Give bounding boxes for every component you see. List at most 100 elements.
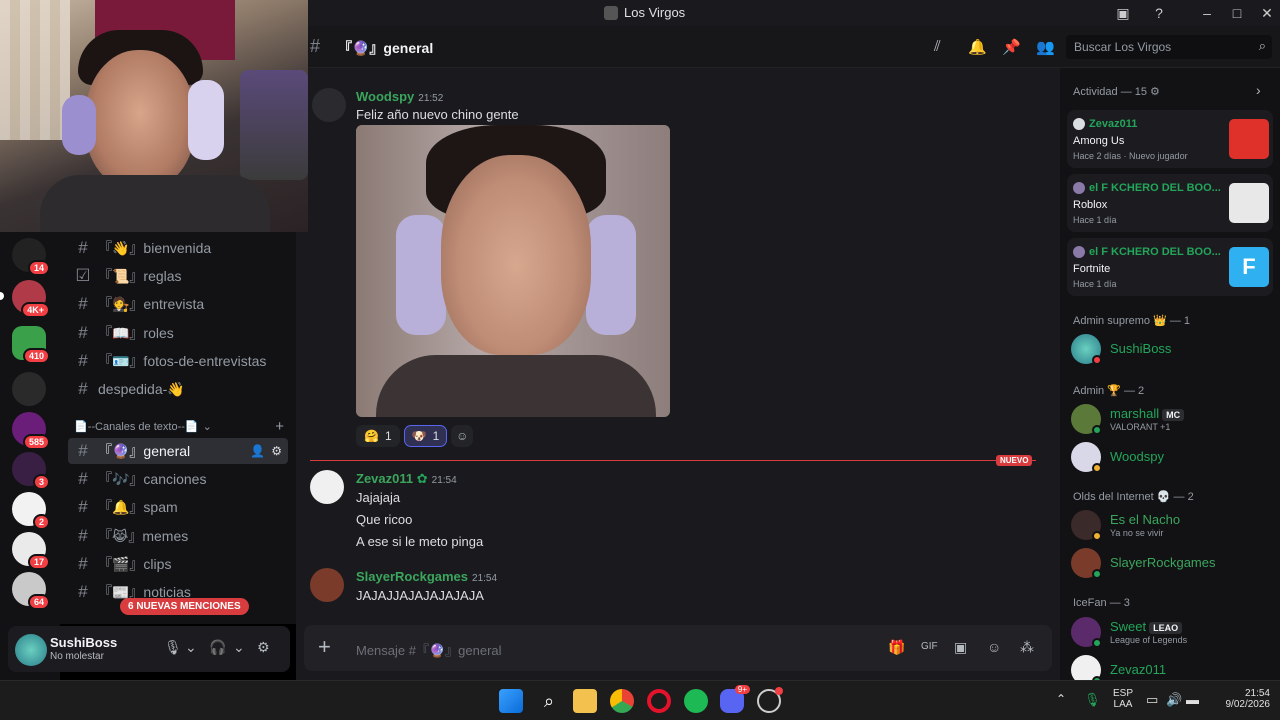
activity-meta: Hace 1 día	[1073, 279, 1117, 289]
invite-icon[interactable]: 👤	[250, 444, 265, 458]
apps-icon[interactable]: ⁂	[1020, 639, 1034, 656]
threads-icon[interactable]: ⫽	[934, 38, 941, 55]
search-icon[interactable]: ⌕	[537, 689, 561, 713]
emoji-icon[interactable]: ☺	[987, 639, 1001, 655]
chevron-right-icon[interactable]: ›	[1256, 82, 1261, 98]
server-icon-1[interactable]: 14	[12, 238, 50, 276]
windows-start-icon[interactable]	[499, 689, 523, 713]
avatar[interactable]	[15, 634, 47, 666]
volume-icon[interactable]: 🔊	[1166, 692, 1182, 708]
member-item[interactable]: Es el Nacho Ya no se vivir	[1071, 508, 1271, 542]
clock[interactable]: 21:54 9/02/2026	[1214, 688, 1271, 710]
channel-category[interactable]: 📄--Canales de texto--📄 ⌄ +	[74, 418, 284, 435]
gear-icon[interactable]: ⚙	[271, 444, 282, 458]
channel-item[interactable]: # despedida-👋	[68, 376, 288, 402]
webcam-shirt	[40, 175, 270, 232]
channel-item[interactable]: # 『🎶』canciones	[68, 466, 288, 492]
among-us-art	[1229, 119, 1269, 159]
server-icon-5[interactable]: 585	[12, 412, 50, 450]
gear-icon[interactable]: ⚙	[257, 639, 270, 656]
server-icon-2[interactable]: 4K+	[12, 280, 50, 318]
user-name[interactable]: SushiBoss	[50, 635, 117, 650]
channel-item-active[interactable]: # 『🔮』general 👤 ⚙	[68, 438, 288, 464]
server-icon-8[interactable]: 17	[12, 532, 50, 570]
reactions: 🤗 1 🐶 1 ☺	[356, 425, 474, 447]
channel-label: 『🎶』canciones	[98, 471, 207, 487]
add-reaction-icon[interactable]: ☺	[451, 425, 474, 447]
new-mentions-pill[interactable]: 6 NUEVAS MENCIONES	[120, 598, 249, 615]
sticker-icon[interactable]: ▣	[954, 639, 967, 656]
message-author[interactable]: Woodspy 21:52	[356, 89, 443, 104]
member-item[interactable]: Zevaz011	[1071, 653, 1271, 680]
member-tag: LEAO	[1149, 621, 1183, 634]
channel-item[interactable]: # 『👋』bienvenida	[68, 235, 288, 261]
activity-card[interactable]: el F KCHERO DEL BOO... Roblox Hace 1 día	[1067, 174, 1273, 232]
fortnite-art: F	[1229, 247, 1269, 287]
spotify-icon[interactable]	[684, 689, 708, 713]
member-item[interactable]: SushiBoss	[1071, 332, 1271, 366]
member-item[interactable]: Sweet LEAO League of Legends	[1071, 615, 1271, 649]
channel-item[interactable]: # 『🎬』clips	[68, 551, 288, 577]
image-face	[441, 155, 591, 355]
add-channel-icon[interactable]: +	[275, 418, 284, 435]
chevron-down-icon[interactable]: ⌄	[185, 639, 197, 656]
network-icon[interactable]: ▭	[1146, 692, 1158, 708]
chevron-down-icon[interactable]: ⌄	[233, 639, 245, 656]
member-item[interactable]: SlayerRockgames	[1071, 546, 1271, 580]
microphone-icon[interactable]: 🎙	[164, 639, 182, 656]
channel-item[interactable]: # 『😹』memes	[68, 523, 288, 549]
chevron-up-icon[interactable]: ⌃	[1056, 692, 1066, 706]
message-author[interactable]: Zevaz011 ✿ 21:54	[356, 471, 457, 487]
app-icon[interactable]	[757, 687, 783, 713]
discord-icon[interactable]: 9+	[720, 685, 750, 713]
close-button[interactable]: ✕	[1256, 3, 1278, 23]
clock-time: 21:54	[1244, 688, 1270, 699]
server-badge: 2	[32, 514, 50, 530]
bell-icon[interactable]: 🔔	[968, 38, 987, 56]
battery-icon[interactable]: ▬	[1186, 692, 1199, 707]
inbox-icon[interactable]: ▣	[1112, 3, 1134, 23]
channel-item[interactable]: # 『🪪』fotos-de-entrevistas	[68, 348, 288, 374]
message-text: Que ricoo	[356, 512, 413, 527]
attach-icon[interactable]: +	[318, 634, 331, 660]
pin-icon[interactable]: 📌	[1002, 38, 1021, 56]
channel-item[interactable]: # 『📖』roles	[68, 320, 288, 346]
channel-item[interactable]: # 『🔔』spam	[68, 494, 288, 520]
language-top: ESP	[1112, 688, 1133, 699]
avatar[interactable]	[312, 88, 346, 122]
avatar[interactable]	[310, 470, 344, 504]
server-icon-3[interactable]: 410	[12, 326, 50, 364]
reaction-button[interactable]: 🐶 1	[403, 425, 448, 447]
search-input[interactable]: Buscar Los Virgos ⌕	[1066, 35, 1272, 59]
avatar[interactable]	[310, 568, 344, 602]
message-author[interactable]: SlayerRockgames 21:54	[356, 569, 497, 584]
activity-card[interactable]: Zevaz011 Among Us Hace 2 días · Nuevo ju…	[1067, 110, 1273, 168]
headphones-icon[interactable]: 🎧	[209, 639, 226, 656]
file-explorer-icon[interactable]	[573, 689, 597, 713]
member-item[interactable]: Woodspy	[1071, 440, 1271, 474]
members-icon[interactable]: 👥	[1036, 38, 1055, 56]
channel-item[interactable]: ☑ 『📜』reglas	[68, 263, 288, 289]
server-badge: 4K+	[21, 302, 50, 318]
hash-icon: #	[78, 526, 88, 545]
server-icon-7[interactable]: 2	[12, 492, 50, 530]
microphone-icon[interactable]: 🎙	[1084, 692, 1101, 708]
member-item[interactable]: marshall MC VALORANT +1	[1071, 402, 1271, 436]
opera-icon[interactable]	[647, 689, 671, 713]
message-image[interactable]	[356, 125, 670, 417]
server-icon-4[interactable]	[12, 372, 46, 406]
gif-icon[interactable]: GIF	[921, 641, 938, 652]
gear-icon[interactable]: ⚙	[1150, 86, 1160, 98]
server-icon-6[interactable]: 3	[12, 452, 50, 490]
reaction-button[interactable]: 🤗 1	[356, 425, 400, 447]
gift-icon[interactable]: 🎁	[888, 639, 905, 656]
language-indicator[interactable]: ESP LAA	[1110, 688, 1136, 710]
server-icon-9[interactable]: 64	[12, 572, 50, 610]
channel-item[interactable]: # 『🧑‍⚖️』entrevista	[68, 291, 288, 317]
message-composer[interactable]: + Mensaje #『🔮』general 🎁 GIF ▣ ☺ ⁂	[304, 625, 1052, 671]
help-icon[interactable]: ?	[1148, 3, 1170, 23]
activity-card[interactable]: el F KCHERO DEL BOO... Fortnite Hace 1 d…	[1067, 238, 1273, 296]
chrome-icon[interactable]	[610, 689, 634, 713]
minimize-button[interactable]: –	[1196, 3, 1218, 23]
maximize-button[interactable]: □	[1226, 3, 1248, 23]
